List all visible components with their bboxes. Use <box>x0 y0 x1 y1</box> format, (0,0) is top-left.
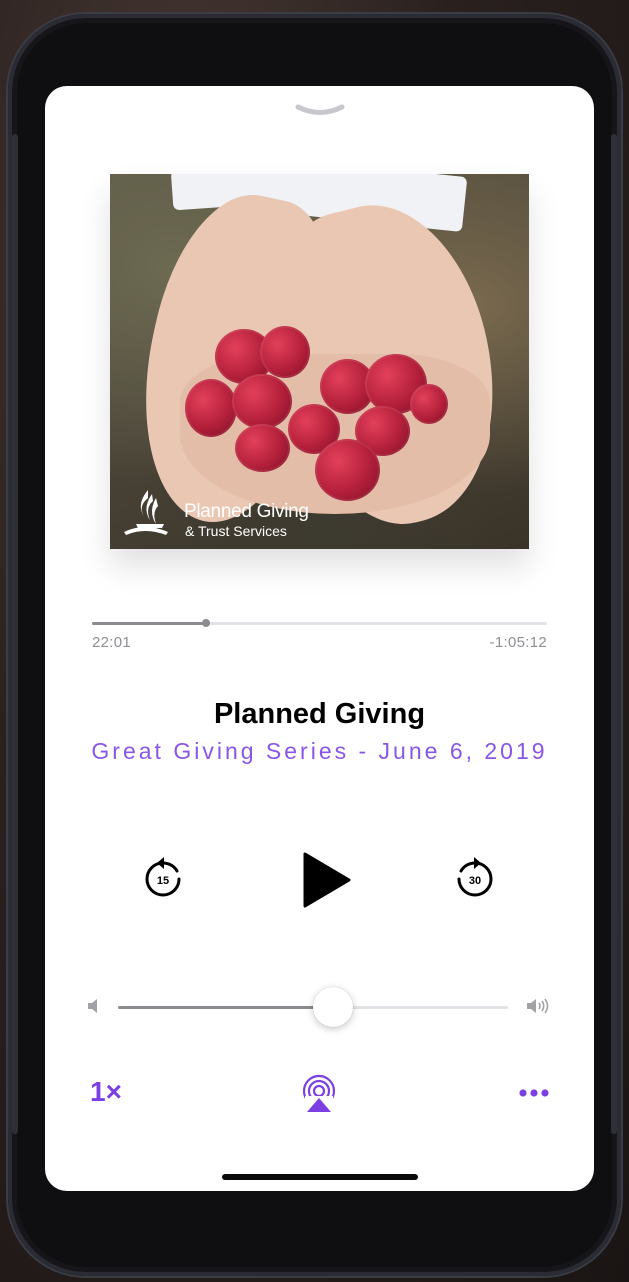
raspberry <box>410 384 448 424</box>
raspberry <box>235 424 290 472</box>
playback-progress-fill <box>92 622 206 625</box>
subtitle-fade-left <box>45 736 85 770</box>
speaker-low-icon <box>88 999 97 1013</box>
subtitle-fade-right <box>554 736 594 770</box>
raspberry <box>315 439 380 501</box>
volume-slider[interactable] <box>118 987 508 1027</box>
skip-forward-30-icon[interactable]: 30 <box>452 856 498 902</box>
raspberry <box>260 326 310 378</box>
episode-artwork: Planned Giving & Trust Services <box>110 174 529 549</box>
skip-back-label: 15 <box>157 875 169 887</box>
phone-edge-left <box>12 134 18 1134</box>
chevron-down-icon[interactable] <box>295 104 345 118</box>
more-icon[interactable] <box>518 1086 550 1100</box>
speaker-high-icon <box>527 998 549 1014</box>
airplay-icon[interactable] <box>301 1074 337 1114</box>
skip-back-15-icon[interactable]: 15 <box>140 856 186 902</box>
artwork-logo-line2: & Trust Services <box>185 523 287 539</box>
phone-edge-right <box>611 134 617 1134</box>
volume-fill <box>118 1006 333 1009</box>
raspberry <box>232 374 292 429</box>
elapsed-time: 22:01 <box>92 634 132 651</box>
now-playing-screen: Planned Giving & Trust Services 22:01 -1… <box>45 86 594 1191</box>
remaining-time: -1:05:12 <box>489 634 547 651</box>
church-logo-icon <box>124 490 168 535</box>
artwork-logo-line1: Planned Giving <box>184 501 309 522</box>
episode-subtitle[interactable]: Great Giving Series - June 6, 2019 <box>45 738 594 765</box>
skip-forward-label: 30 <box>469 875 481 887</box>
playback-scrubber-knob[interactable] <box>201 619 210 627</box>
volume-thumb[interactable] <box>312 987 353 1027</box>
playback-speed-button[interactable]: 1× <box>90 1076 122 1108</box>
home-indicator[interactable] <box>222 1174 418 1180</box>
raspberry <box>185 379 237 437</box>
playback-scrubber[interactable] <box>92 619 547 627</box>
episode-title: Planned Giving <box>213 698 426 730</box>
play-icon[interactable] <box>299 852 353 908</box>
